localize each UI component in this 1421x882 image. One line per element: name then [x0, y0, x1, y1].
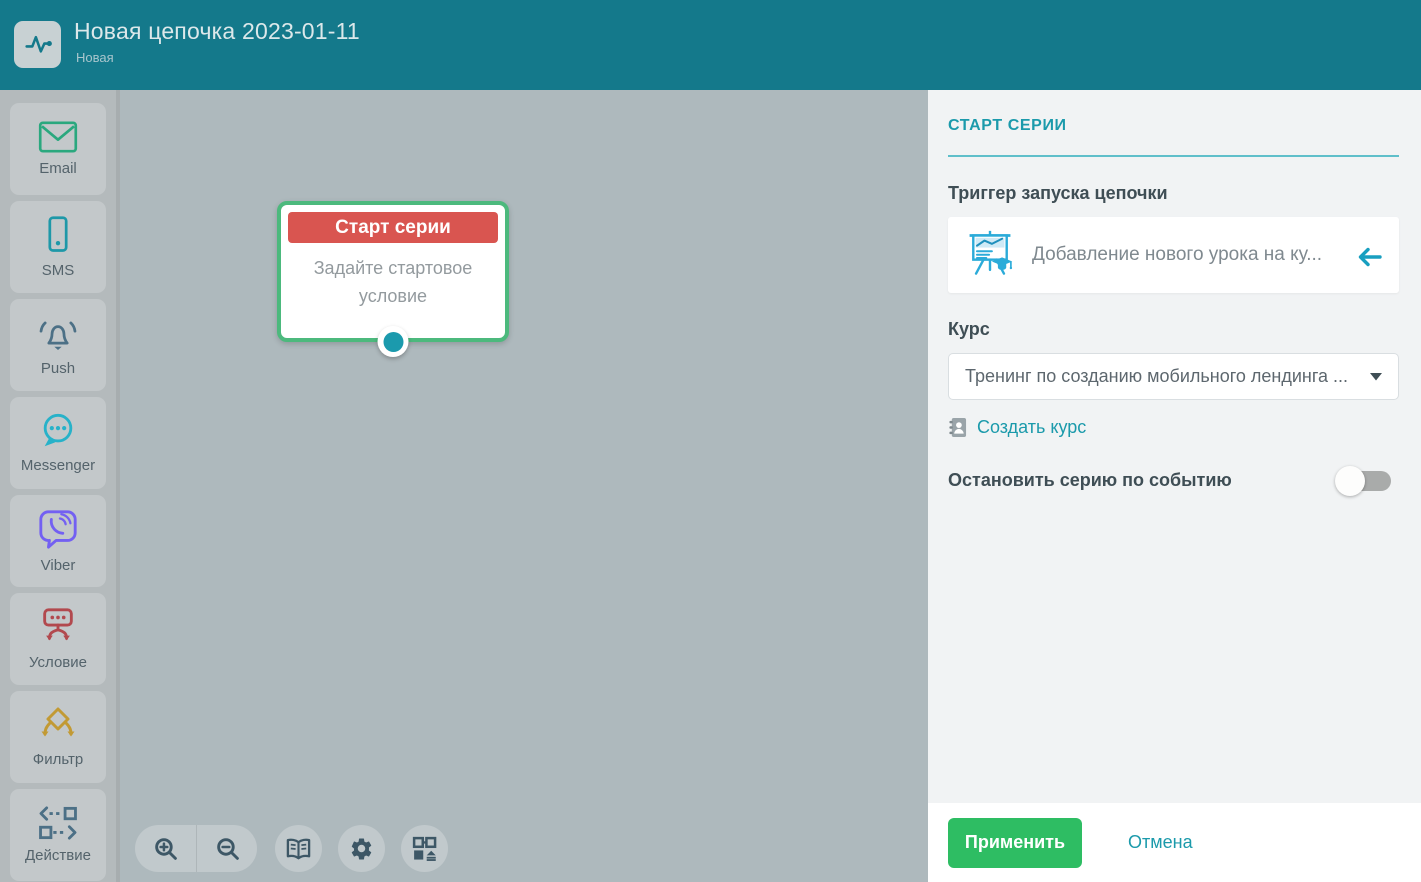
bell-icon — [36, 313, 80, 353]
stop-series-label: Остановить серию по событию — [948, 470, 1232, 490]
automation-flow-editor: Новая цепочка 2023-01-11 Новая Email SMS… — [0, 0, 1421, 882]
zoom-in-button[interactable] — [135, 825, 196, 872]
apply-button[interactable]: Применить — [948, 817, 1082, 868]
sidebar-item-email[interactable]: Email — [10, 103, 106, 195]
create-course-link[interactable]: Создать курс — [948, 417, 1086, 438]
schema-icon — [412, 836, 437, 861]
sidebar-item-filter[interactable]: Фильтр — [10, 691, 106, 783]
chat-bubble-icon — [37, 412, 79, 450]
panel-divider — [948, 155, 1399, 157]
zoom-out-icon — [215, 836, 240, 861]
app-logo — [14, 21, 61, 68]
envelope-icon — [38, 121, 78, 153]
cancel-button[interactable]: Отмена — [1128, 832, 1193, 853]
action-flow-icon — [37, 806, 79, 840]
zoom-in-icon — [153, 836, 178, 861]
course-lesson-icon — [964, 229, 1016, 281]
sidebar-item-action[interactable]: Действие — [10, 789, 106, 881]
toggle-knob — [1335, 465, 1365, 496]
guide-button[interactable] — [275, 825, 322, 872]
sidebar-item-condition[interactable]: Условие — [10, 593, 106, 685]
course-select-value: Тренинг по созданию мобильного лендинга … — [965, 366, 1349, 386]
course-select[interactable]: Тренинг по созданию мобильного лендинга … — [948, 353, 1399, 400]
gear-icon — [349, 836, 374, 861]
stop-series-row: Остановить серию по событию — [948, 465, 1399, 496]
node-header: Старт серии — [288, 212, 498, 243]
page-subtitle: Новая — [76, 50, 114, 65]
trigger-card[interactable]: Добавление нового урока на ку... — [948, 217, 1399, 293]
create-course-label: Создать курс — [977, 417, 1087, 437]
course-label: Курс — [948, 319, 990, 339]
sidebar-item-messenger[interactable]: Messenger — [10, 397, 106, 489]
viber-icon — [37, 508, 79, 550]
sidebar-item-label: Фильтр — [32, 751, 84, 768]
canvas-toolbar — [135, 825, 448, 872]
connector-dot-icon — [383, 331, 403, 352]
sidebar-item-label: Условие — [29, 654, 87, 671]
trigger-back-button[interactable] — [1350, 242, 1383, 268]
stop-series-toggle[interactable] — [1335, 465, 1391, 496]
auto-layout-button[interactable] — [401, 825, 448, 872]
sidebar-item-label: SMS — [41, 262, 75, 279]
trigger-value: Добавление нового урока на ку... — [1032, 244, 1323, 265]
arrow-left-icon — [1356, 246, 1383, 268]
node-body-text: Задайте стартовое условие — [313, 258, 473, 306]
pulse-icon — [21, 28, 55, 62]
zoom-out-button[interactable] — [196, 825, 257, 872]
panel-title: СТАРТ СЕРИИ — [948, 117, 1067, 134]
sidebar-item-push[interactable]: Push — [10, 299, 106, 391]
filter-diamond-icon — [36, 706, 80, 744]
zoom-controls — [135, 825, 257, 872]
address-book-icon — [948, 417, 967, 438]
sidebar-item-viber[interactable]: Viber — [10, 495, 106, 587]
elements-sidebar: Email SMS Push Messenger Viber Условие Ф… — [0, 90, 120, 882]
sidebar-item-label: Push — [40, 360, 76, 377]
flow-canvas[interactable]: Старт серии Задайте стартовое условие — [124, 90, 928, 882]
sidebar-item-sms[interactable]: SMS — [10, 201, 106, 293]
sidebar-item-label: Messenger — [20, 457, 96, 474]
canvas-settings-button[interactable] — [338, 825, 385, 872]
sidebar-item-label: Действие — [25, 847, 91, 864]
header: Новая цепочка 2023-01-11 Новая — [0, 0, 1421, 90]
book-icon — [285, 837, 312, 861]
node-connector[interactable] — [377, 326, 409, 357]
sidebar-item-label: Viber — [40, 557, 76, 574]
chevron-down-icon — [1370, 372, 1382, 381]
settings-panel: СТАРТ СЕРИИ Триггер запуска цепочки Доба… — [928, 90, 1421, 882]
smartphone-icon — [38, 215, 78, 255]
panel-content: СТАРТ СЕРИИ Триггер запуска цепочки Доба… — [928, 90, 1421, 803]
trigger-label: Триггер запуска цепочки — [948, 183, 1168, 203]
condition-branch-icon — [37, 607, 79, 647]
start-series-node[interactable]: Старт серии Задайте стартовое условие — [277, 201, 509, 357]
title-block: Новая цепочка 2023-01-11 Новая — [74, 18, 360, 65]
panel-footer: Применить Отмена — [928, 803, 1421, 882]
sidebar-item-label: Email — [39, 160, 77, 177]
page-title: Новая цепочка 2023-01-11 — [74, 18, 360, 44]
